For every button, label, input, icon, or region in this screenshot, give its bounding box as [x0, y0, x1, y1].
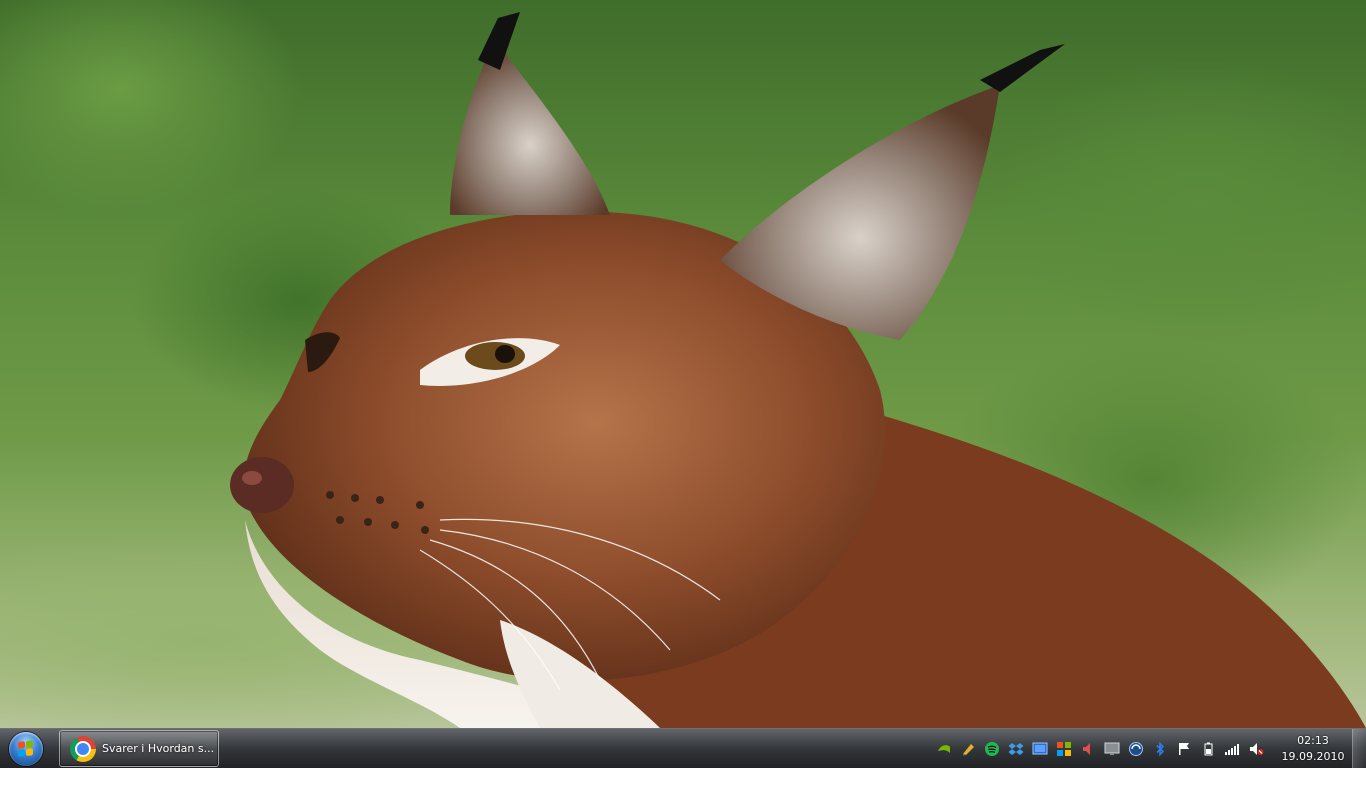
monitor-icon[interactable]: [1032, 741, 1048, 757]
volume-muted-icon[interactable]: [1248, 741, 1264, 757]
windows-orb-icon: [9, 732, 43, 766]
clock-time: 02:13: [1297, 734, 1329, 747]
show-desktop-button[interactable]: [1352, 729, 1366, 768]
system-tray: [936, 729, 1272, 769]
clock-date: 19.09.2010: [1281, 750, 1345, 763]
network-signal-icon[interactable]: [1224, 741, 1240, 757]
chrome-icon: [70, 735, 96, 762]
taskbar-button-chrome[interactable]: Svarer i Hvordan s...: [59, 730, 219, 767]
dropbox-icon[interactable]: [1008, 741, 1024, 757]
speaker-icon[interactable]: [1080, 741, 1096, 757]
sync-icon[interactable]: [1128, 741, 1144, 757]
taskbar: Svarer i Hvordan s... 02:13 19.09.2010: [0, 728, 1366, 768]
action-center-flag-icon[interactable]: [1176, 741, 1192, 757]
nvidia-icon[interactable]: [936, 741, 952, 757]
battery-icon[interactable]: [1200, 741, 1216, 757]
display-icon[interactable]: [1104, 741, 1120, 757]
windows-update-icon[interactable]: [1056, 741, 1072, 757]
spotify-icon[interactable]: [984, 741, 1000, 757]
lynx-wallpaper-image: [230, 12, 1366, 728]
bluetooth-icon[interactable]: [1152, 741, 1168, 757]
taskbar-clock[interactable]: 02:13 19.09.2010: [1278, 733, 1348, 765]
start-button[interactable]: [6, 731, 46, 767]
desktop-wallpaper: [0, 0, 1366, 728]
pen-tool-icon[interactable]: [960, 741, 976, 757]
bottom-margin: [0, 768, 1366, 800]
taskbar-button-label: Svarer i Hvordan s...: [102, 742, 215, 755]
